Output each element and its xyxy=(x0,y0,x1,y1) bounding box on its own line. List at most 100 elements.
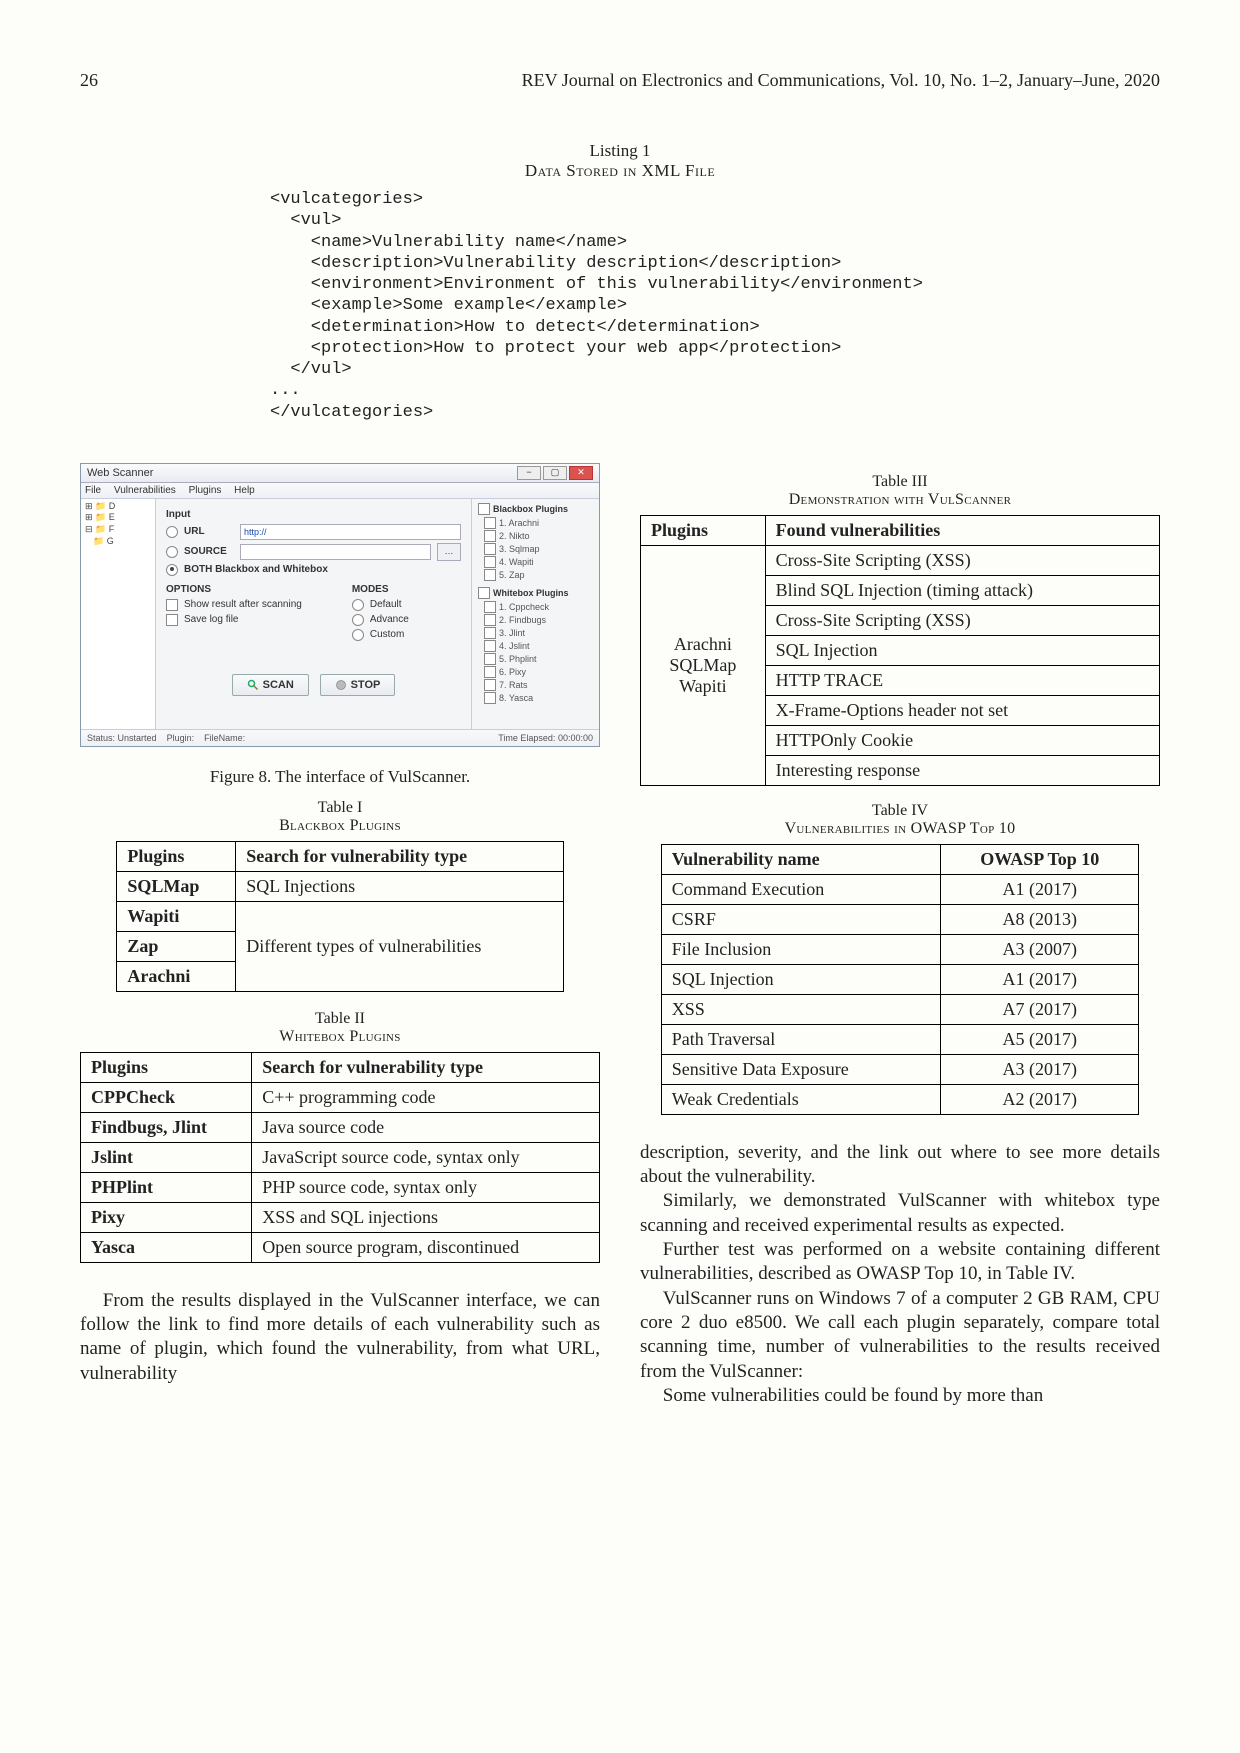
table-header: Search for vulnerability type xyxy=(252,1052,600,1082)
scan-button[interactable]: SCAN xyxy=(232,674,309,696)
tree-node[interactable]: ⊞ 📁 E xyxy=(83,512,153,524)
table-header: Found vulnerabilities xyxy=(765,515,1159,545)
magnifier-icon xyxy=(247,679,259,691)
mode-custom-label: Custom xyxy=(370,629,404,640)
table-cell: A3 (2017) xyxy=(941,1054,1139,1084)
stop-button[interactable]: STOP xyxy=(320,674,396,696)
table-header: OWASP Top 10 xyxy=(941,844,1139,874)
table-cell: Java source code xyxy=(252,1112,600,1142)
tree-node[interactable]: ⊞ 📁 D xyxy=(83,501,153,513)
plugin-label: 5. Phplint xyxy=(499,654,537,664)
left-body-text: From the results displayed in the VulSca… xyxy=(80,1289,600,1386)
listing-title: Data Stored in XML File xyxy=(80,161,1160,181)
menubar: File Vulnerabilities Plugins Help xyxy=(81,483,599,499)
table-cell: Blind SQL Injection (timing attack) xyxy=(765,575,1159,605)
both-radio[interactable] xyxy=(166,564,178,576)
table-cell: A2 (2017) xyxy=(941,1084,1139,1114)
table-header: Plugins xyxy=(641,515,766,545)
plugin-checkbox[interactable] xyxy=(484,517,496,529)
plugin-checkbox[interactable] xyxy=(484,543,496,555)
plugin-label: 6. Pixy xyxy=(499,667,526,677)
table-cell: Path Traversal xyxy=(661,1024,941,1054)
plugin-checkbox[interactable] xyxy=(484,653,496,665)
plugin-checkbox[interactable] xyxy=(484,640,496,652)
url-input[interactable]: http:// xyxy=(240,524,461,540)
menu-vulnerabilities[interactable]: Vulnerabilities xyxy=(114,485,176,496)
browse-button[interactable]: … xyxy=(437,543,461,561)
plugin-checkbox[interactable] xyxy=(484,556,496,568)
tree-node[interactable]: 📁 G xyxy=(83,536,153,548)
table-4-title: Vulnerabilities in OWASP Top 10 xyxy=(640,820,1160,838)
menu-plugins[interactable]: Plugins xyxy=(189,485,222,496)
elapsed-value: 00:00:00 xyxy=(558,733,593,743)
table-cell: Arachni SQLMap Wapiti xyxy=(641,545,766,785)
plugin-checkbox[interactable] xyxy=(484,666,496,678)
options-title: OPTIONS xyxy=(166,584,302,595)
table-cell: A1 (2017) xyxy=(941,964,1139,994)
status-label: Status: xyxy=(87,733,115,743)
plugin-label: 1. Arachni xyxy=(499,518,539,528)
plugins-panel: Blackbox Plugins 1. Arachni 2. Nikto 3. … xyxy=(471,499,599,729)
plugin-checkbox[interactable] xyxy=(484,530,496,542)
plugin-checkbox[interactable] xyxy=(484,692,496,704)
plugin-label: 2. Findbugs xyxy=(499,615,546,625)
plugin-checkbox[interactable] xyxy=(484,627,496,639)
table-cell: Open source program, discontinued xyxy=(252,1232,600,1262)
url-radio[interactable] xyxy=(166,526,178,538)
menu-help[interactable]: Help xyxy=(234,485,255,496)
table-2-label: Table II xyxy=(80,1010,600,1028)
source-radio[interactable] xyxy=(166,546,178,558)
mode-custom-radio[interactable] xyxy=(352,629,364,641)
plugin-checkbox[interactable] xyxy=(484,614,496,626)
show-result-checkbox[interactable] xyxy=(166,599,178,611)
save-log-checkbox[interactable] xyxy=(166,614,178,626)
table-cell: XSS xyxy=(661,994,941,1024)
table-cell: A7 (2017) xyxy=(941,994,1139,1024)
save-log-label: Save log file xyxy=(184,614,238,625)
modes-title: MODES xyxy=(352,584,409,595)
mode-advance-label: Advance xyxy=(370,614,409,625)
source-input[interactable] xyxy=(240,544,431,560)
maximize-button[interactable]: ▢ xyxy=(543,466,567,480)
table-3: PluginsFound vulnerabilities Arachni SQL… xyxy=(640,515,1160,786)
plugin-label: 4. Wapiti xyxy=(499,557,534,567)
table-cell: CPPCheck xyxy=(81,1082,252,1112)
running-head: 26 REV Journal on Electronics and Commun… xyxy=(80,70,1160,91)
table-cell: SQL Injections xyxy=(236,871,563,901)
tree-node[interactable]: ⊟ 📁 F xyxy=(83,524,153,536)
mode-default-radio[interactable] xyxy=(352,599,364,611)
right-body-text: description, severity, and the link out … xyxy=(640,1141,1160,1408)
paragraph: VulScanner runs on Windows 7 of a comput… xyxy=(640,1287,1160,1384)
folder-tree[interactable]: ⊞ 📁 D ⊞ 📁 E ⊟ 📁 F 📁 G xyxy=(81,499,156,729)
paragraph: Similarly, we demonstrated VulScanner wi… xyxy=(640,1189,1160,1238)
table-cell: A3 (2007) xyxy=(941,934,1139,964)
window-title: Web Scanner xyxy=(87,467,153,479)
menu-file[interactable]: File xyxy=(85,485,101,496)
close-button[interactable]: ✕ xyxy=(569,466,593,480)
elapsed-label: Time Elapsed: xyxy=(498,733,555,743)
whitebox-group-checkbox[interactable] xyxy=(478,587,490,599)
mode-default-label: Default xyxy=(370,599,402,610)
plugin-checkbox[interactable] xyxy=(484,601,496,613)
show-result-label: Show result after scanning xyxy=(184,599,302,610)
plugin-checkbox[interactable] xyxy=(484,679,496,691)
table-cell: XSS and SQL injections xyxy=(252,1202,600,1232)
table-cell: A5 (2017) xyxy=(941,1024,1139,1054)
mode-advance-radio[interactable] xyxy=(352,614,364,626)
plugin-label: 5. Zap xyxy=(499,570,525,580)
table-cell: Different types of vulnerabilities xyxy=(236,901,563,991)
paragraph: description, severity, and the link out … xyxy=(640,1141,1160,1190)
plugin-checkbox[interactable] xyxy=(484,569,496,581)
table-cell: HTTP TRACE xyxy=(765,665,1159,695)
table-cell: JavaScript source code, syntax only xyxy=(252,1142,600,1172)
minimize-button[interactable]: − xyxy=(517,466,541,480)
table-cell: Cross-Site Scripting (XSS) xyxy=(765,545,1159,575)
plugin-label: 2. Nikto xyxy=(499,531,530,541)
table-cell: Cross-Site Scripting (XSS) xyxy=(765,605,1159,635)
blackbox-group-checkbox[interactable] xyxy=(478,503,490,515)
paragraph: From the results displayed in the VulSca… xyxy=(80,1289,600,1386)
whitebox-title: Whitebox Plugins xyxy=(493,588,569,598)
plugin-label: 3. Jlint xyxy=(499,628,525,638)
input-section-title: Input xyxy=(166,509,461,520)
table-cell: Arachni xyxy=(117,961,236,991)
